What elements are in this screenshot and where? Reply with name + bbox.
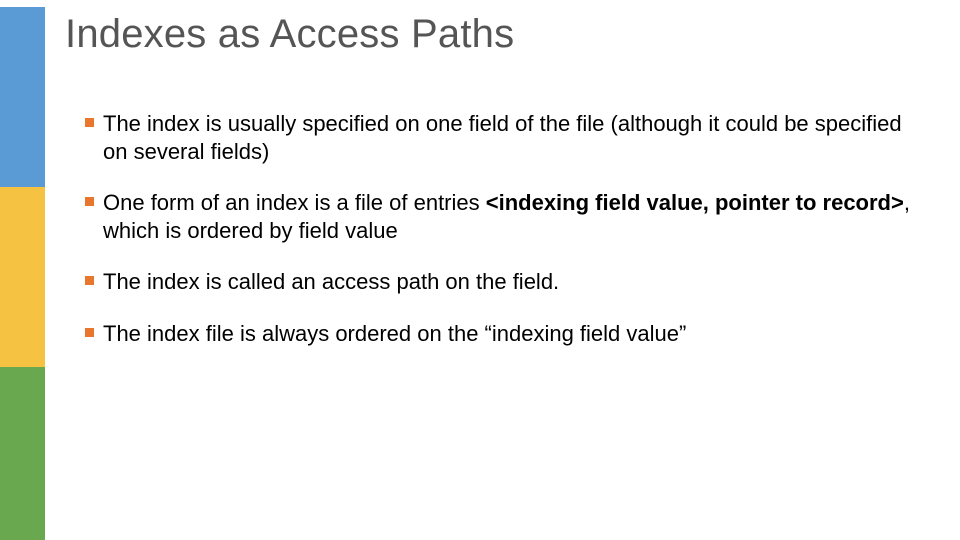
stripe-yellow [0, 187, 45, 367]
list-item: The index file is always ordered on the … [85, 320, 920, 348]
bullet-text: The index file is always ordered on the … [103, 321, 686, 346]
list-item: One form of an index is a file of entrie… [85, 189, 920, 244]
stripe-green [0, 367, 45, 540]
side-stripe [0, 7, 45, 540]
list-item: The index is called an access path on th… [85, 268, 920, 296]
bullet-text: The index is called an access path on th… [103, 269, 559, 294]
stripe-blue [0, 7, 45, 187]
bullet-text: The index is usually specified on one fi… [103, 111, 902, 164]
bullet-list: The index is usually specified on one fi… [85, 110, 920, 347]
slide-title: Indexes as Access Paths [65, 12, 514, 57]
slide: Indexes as Access Paths The index is usu… [0, 0, 960, 540]
bullet-text-pre: One form of an index is a file of entrie… [103, 190, 486, 215]
slide-content: The index is usually specified on one fi… [85, 110, 920, 371]
bullet-text-bold: <indexing field value, pointer to record… [486, 190, 904, 215]
list-item: The index is usually specified on one fi… [85, 110, 920, 165]
